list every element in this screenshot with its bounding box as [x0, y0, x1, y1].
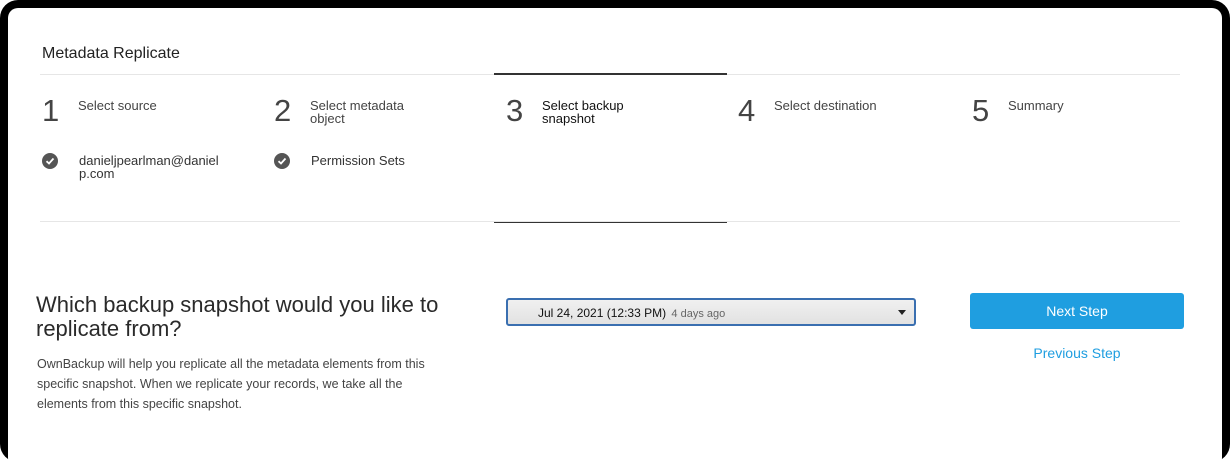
page-title: Metadata Replicate [42, 45, 180, 62]
step-number: 5 [972, 93, 990, 128]
active-step-bottom-indicator [494, 222, 727, 223]
snapshot-relative-age: 4 days ago [671, 308, 726, 320]
previous-step-link[interactable]: Previous Step [970, 345, 1184, 361]
snapshot-question-heading: Which backup snapshot would you like to … [36, 292, 439, 341]
active-step-top-indicator [494, 73, 727, 75]
step-label: Select destination [774, 98, 877, 113]
next-step-button[interactable]: Next Step [970, 293, 1184, 329]
step-number: 3 [506, 93, 524, 128]
step-label: Select metadata object [310, 98, 404, 126]
step-number: 1 [42, 93, 60, 128]
step-number: 2 [274, 93, 292, 128]
metadata-object: Permission Sets [311, 153, 405, 168]
window-frame: Metadata Replicate 1 Select source danie… [0, 0, 1230, 468]
step-label: Summary [1008, 98, 1064, 113]
snapshot-description: OwnBackup will help you replicate all th… [37, 357, 425, 411]
step-label: Select source [78, 98, 157, 113]
step-number: 4 [738, 93, 756, 128]
wizard-panel: Metadata Replicate 1 Select source danie… [8, 8, 1222, 468]
check-circle-icon [274, 153, 290, 169]
caret-down-icon [898, 310, 906, 315]
snapshot-select[interactable]: Jul 24, 2021 (12:33 PM) 4 days ago [506, 298, 916, 326]
source-account: danieljpearlman@danielp.com [79, 153, 219, 181]
snapshot-select-value: Jul 24, 2021 (12:33 PM) 4 days ago [538, 306, 725, 320]
check-circle-icon [42, 153, 58, 169]
step-label: Select backup snapshot [542, 98, 624, 126]
snapshot-date: Jul 24, 2021 (12:33 PM) [538, 306, 667, 320]
